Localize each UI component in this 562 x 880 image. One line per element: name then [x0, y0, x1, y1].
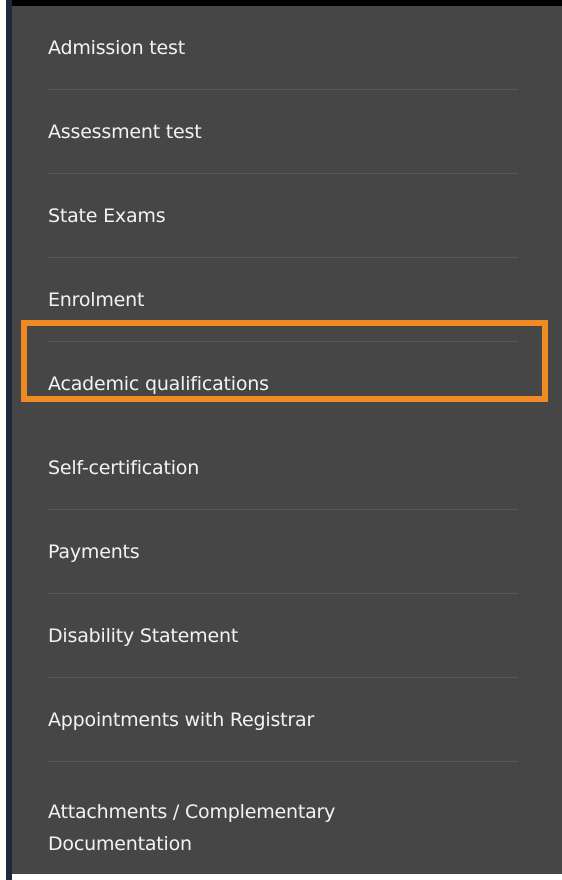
menu-item-label-line2: Documentation	[48, 833, 192, 855]
menu-item-attachments-documentation[interactable]: Attachments / Complementary Documentatio…	[6, 762, 562, 878]
menu-item-state-exams[interactable]: State Exams	[6, 174, 562, 258]
menu-item-assessment-test[interactable]: Assessment test	[6, 90, 562, 174]
menu-item-academic-qualifications[interactable]: Academic qualifications	[6, 342, 562, 426]
menu-item-payments[interactable]: Payments	[6, 510, 562, 594]
menu-item-appointments-with-registrar[interactable]: Appointments with Registrar	[6, 678, 562, 762]
menu-item-label: Assessment test	[48, 121, 202, 143]
menu-item-label: Payments	[48, 541, 140, 563]
sidebar-menu: Admission test Assessment test State Exa…	[6, 6, 562, 878]
menu-item-label: Appointments with Registrar	[48, 709, 315, 731]
menu-item-label: Admission test	[48, 37, 185, 59]
menu-item-label: Disability Statement	[48, 625, 239, 647]
menu-item-label-line1: Attachments / Complementary	[48, 801, 336, 823]
menu-item-label: Enrolment	[48, 289, 145, 311]
sidebar-menu-panel: Admission test Assessment test State Exa…	[6, 0, 562, 880]
menu-item-label: Attachments / Complementary Documentatio…	[48, 796, 335, 860]
menu-item-self-certification[interactable]: Self-certification	[6, 426, 562, 510]
menu-item-disability-statement[interactable]: Disability Statement	[6, 594, 562, 678]
menu-item-enrolment[interactable]: Enrolment	[6, 258, 562, 342]
menu-item-admission-test[interactable]: Admission test	[6, 6, 562, 90]
menu-item-label: State Exams	[48, 205, 166, 227]
menu-item-label: Self-certification	[48, 457, 200, 479]
menu-item-label: Academic qualifications	[48, 373, 269, 395]
